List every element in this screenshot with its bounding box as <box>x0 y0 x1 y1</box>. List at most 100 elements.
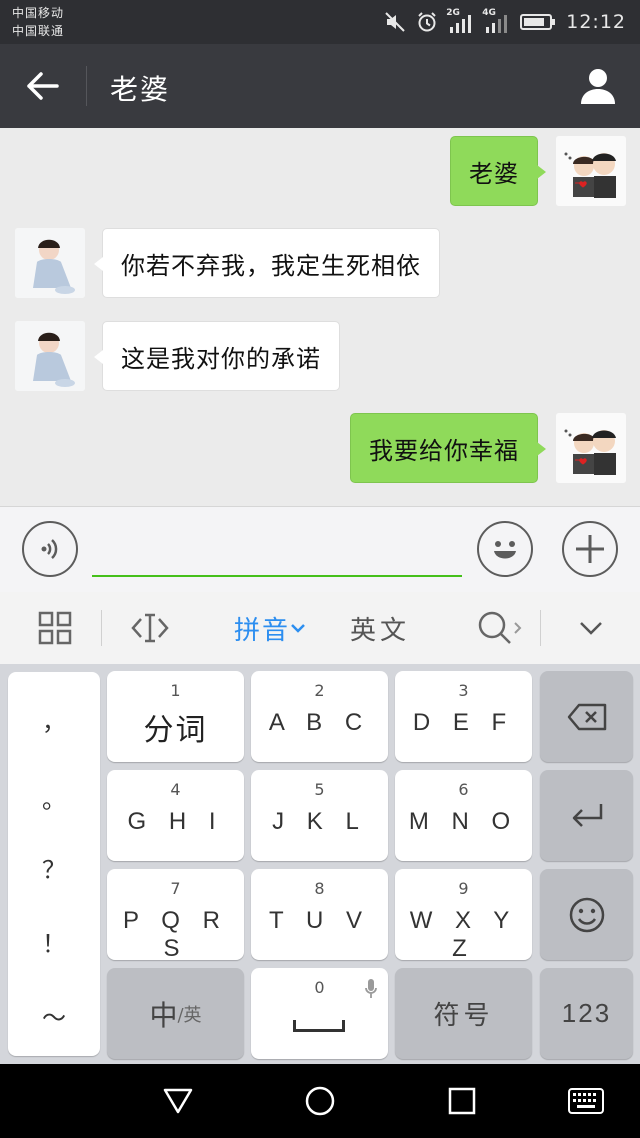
key-2-abc[interactable]: 2 A B C <box>251 671 388 762</box>
key-8-tuv[interactable]: 8 T U V <box>251 869 388 960</box>
network-type-2: 4G <box>482 8 496 18</box>
ime-toolbar: 拼音 英文 <box>0 592 640 664</box>
avatar-self[interactable] <box>556 413 626 483</box>
key-1-segment[interactable]: 1 分词 <box>107 671 244 762</box>
chevron-right-icon <box>514 622 522 634</box>
space-key[interactable]: 0 <box>251 968 388 1059</box>
person-icon <box>581 69 615 104</box>
message-text: 你若不弃我，我定生死相依 <box>121 251 421 280</box>
backspace-icon <box>567 703 606 730</box>
numbers-key[interactable]: 123 <box>540 968 633 1059</box>
emoji-icon <box>494 541 516 559</box>
battery-icon <box>520 12 556 32</box>
message-bubble-incoming[interactable]: 你若不弃我，我定生死相依 <box>94 228 440 298</box>
keyboard: ， 。 ？ ！ ～ 1 分词 2 A B C 3 D E F 4 G H I 5… <box>0 664 640 1064</box>
key-number: 5 <box>314 780 325 799</box>
english-mode-button[interactable]: 英文 <box>342 592 418 664</box>
message-bubble-outgoing[interactable]: 我要给你幸福 <box>350 413 546 483</box>
message-input[interactable] <box>92 529 462 577</box>
punct-exclaim-key[interactable]: ！ <box>8 906 100 976</box>
pinyin-mode-label: 拼音 <box>233 615 290 646</box>
collapse-keyboard-button[interactable] <box>566 592 616 664</box>
lang-key-sub: /英 <box>177 1004 202 1026</box>
key-number: 6 <box>458 780 469 799</box>
key-number: 9 <box>458 879 469 898</box>
message-list[interactable]: 老婆 你若不弃我，我定生死相依 这是我对你的承诺 我要给你幸福 <box>0 128 640 506</box>
emoji-key[interactable] <box>540 869 633 960</box>
carrier-info: 中国移动 中国联通 <box>12 4 64 40</box>
key-number: 8 <box>314 879 325 898</box>
key-label: M N O <box>408 808 519 835</box>
ime-separator <box>540 610 541 646</box>
plus-icon <box>576 535 604 563</box>
emoji-button[interactable] <box>477 521 533 577</box>
key-label: W X Y Z <box>409 907 518 962</box>
punct-period-key[interactable]: 。 <box>8 762 100 832</box>
divider <box>86 66 87 106</box>
more-button[interactable] <box>562 521 618 577</box>
voice-button[interactable] <box>22 521 78 577</box>
key-number: 4 <box>170 780 181 799</box>
key-3-def[interactable]: 3 D E F <box>395 671 532 762</box>
symbols-key[interactable]: 符号 <box>395 968 532 1059</box>
message-bubble-outgoing[interactable]: 老婆 <box>450 136 546 206</box>
key-label: P Q R S <box>123 907 228 962</box>
chevron-down-icon <box>291 624 305 633</box>
ime-menu-button[interactable] <box>26 592 84 664</box>
back-button[interactable] <box>18 62 68 110</box>
avatar-contact[interactable] <box>15 228 85 298</box>
key-number: 2 <box>314 681 325 700</box>
key-label: 分词 <box>143 713 208 748</box>
cursor-icon <box>131 613 169 643</box>
key-label: D E F <box>412 709 515 736</box>
title-bar: 老婆 <box>0 44 640 128</box>
baby-avatar-image <box>15 321 85 391</box>
ime-separator <box>101 610 102 646</box>
nav-back-button[interactable] <box>148 1078 208 1124</box>
message-text: 老婆 <box>469 159 519 188</box>
profile-button[interactable] <box>576 64 620 108</box>
punct-tilde-key[interactable]: ～ <box>8 980 100 1050</box>
key-number: 1 <box>170 681 181 700</box>
network-type-1: 2G <box>446 8 460 18</box>
cursor-button[interactable] <box>122 592 178 664</box>
avatar-self[interactable] <box>556 136 626 206</box>
input-bar <box>0 506 640 592</box>
punct-comma-key[interactable]: ， <box>8 684 100 754</box>
circle-home-icon <box>305 1086 335 1116</box>
search-button[interactable] <box>468 592 532 664</box>
punct-question-key[interactable]: ？ <box>8 832 100 902</box>
status-bar: 中国移动 中国联通 2G 4G 12:12 <box>0 0 640 44</box>
key-7-pqrs[interactable]: 7 P Q R S <box>107 869 244 962</box>
nav-home-button[interactable] <box>290 1078 350 1124</box>
numbers-key-label: 123 <box>561 998 612 1028</box>
key-5-jkl[interactable]: 5 J K L <box>251 770 388 861</box>
key-4-ghi[interactable]: 4 G H I <box>107 770 244 861</box>
signal-icon: 4G <box>482 8 510 34</box>
triangle-back-icon <box>163 1088 193 1114</box>
nav-keyboard-button[interactable] <box>556 1078 616 1124</box>
punctuation-column[interactable]: ， 。 ？ ！ ～ <box>8 672 100 1056</box>
enter-icon <box>572 803 602 827</box>
couple-avatar-image <box>556 413 626 483</box>
clock: 12:12 <box>566 11 626 33</box>
square-recents-icon <box>448 1087 476 1115</box>
space-bar-icon <box>293 1020 345 1032</box>
pinyin-mode-button[interactable]: 拼音 <box>222 592 318 664</box>
key-label: A B C <box>268 709 371 736</box>
arrow-left-icon <box>27 72 59 100</box>
message-bubble-incoming[interactable]: 这是我对你的承诺 <box>94 321 340 391</box>
key-label: G H I <box>127 808 224 835</box>
language-toggle-key[interactable]: 中 /英 <box>107 968 244 1059</box>
key-9-wxyz[interactable]: 9 W X Y Z <box>395 869 532 962</box>
chat-title: 老婆 <box>110 73 171 106</box>
enter-key[interactable] <box>540 770 633 861</box>
avatar-contact[interactable] <box>15 321 85 391</box>
backspace-key[interactable] <box>540 671 633 762</box>
key-6-mno[interactable]: 6 M N O <box>395 770 532 861</box>
key-number: 3 <box>458 681 469 700</box>
nav-recents-button[interactable] <box>432 1078 492 1124</box>
mute-icon <box>384 11 406 33</box>
key-number: 7 <box>170 879 181 898</box>
carrier-2: 中国联通 <box>12 24 65 38</box>
